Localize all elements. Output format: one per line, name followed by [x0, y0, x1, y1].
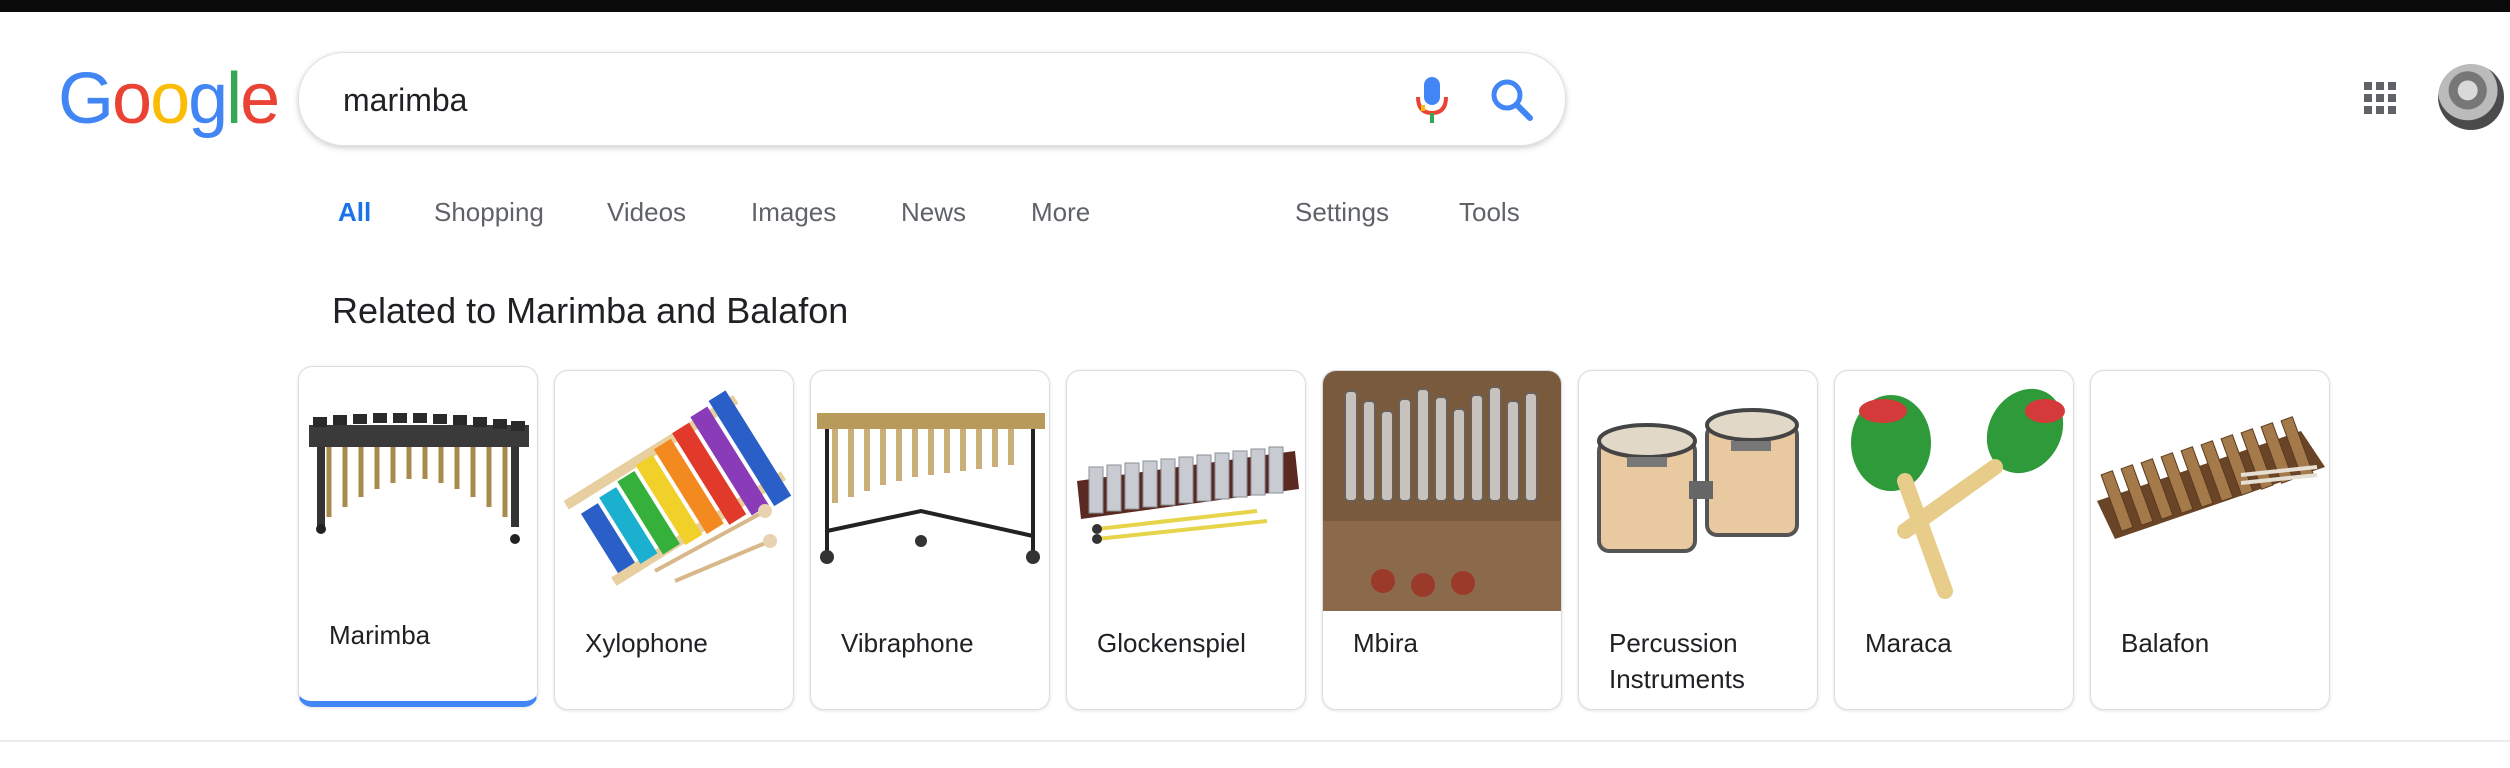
tab-shopping[interactable]: Shopping — [434, 190, 544, 234]
logo-letter: g — [188, 59, 228, 139]
related-card-maraca[interactable]: Maraca — [1834, 370, 2074, 710]
bongos-image — [1597, 408, 1799, 553]
related-card-marimba[interactable]: Marimba — [298, 366, 538, 707]
card-label: Vibraphone — [841, 628, 974, 658]
related-card-percussion-instruments[interactable]: Percussion Instruments — [1578, 370, 1818, 710]
related-card-xylophone[interactable]: Xylophone — [554, 370, 794, 710]
logo-letter: e — [240, 59, 280, 139]
logo-letter: o — [150, 59, 190, 139]
related-title: Related to Marimba and Balafon — [332, 290, 849, 331]
mbira-image — [1323, 371, 1561, 611]
tab-videos[interactable]: Videos — [607, 190, 686, 234]
card-label: Balafon — [2121, 628, 2210, 658]
mic-icon[interactable] — [1409, 75, 1455, 125]
browser-top-edge — [0, 0, 2510, 12]
google-logo[interactable]: Google — [58, 59, 280, 139]
related-card-glockenspiel[interactable]: Glockenspiel — [1066, 370, 1306, 710]
logo-letter: l — [226, 59, 242, 139]
marimba-image — [309, 413, 529, 544]
glockenspiel-image — [1077, 446, 1299, 544]
related-card-vibraphone[interactable]: Vibraphone — [810, 370, 1050, 710]
tab-all[interactable]: All — [338, 190, 371, 234]
balafon-image — [2097, 416, 2325, 539]
search-input[interactable] — [341, 75, 1345, 125]
card-label: Percussion Instruments — [1609, 628, 1745, 694]
related-card-balafon[interactable]: Balafon — [2090, 370, 2330, 710]
maracas-image — [1851, 388, 2065, 599]
card-label: Mbira — [1353, 628, 1419, 658]
tab-news[interactable]: News — [901, 190, 966, 234]
card-label: Glockenspiel — [1097, 628, 1246, 658]
card-label: Maraca — [1865, 628, 1952, 658]
card-label: Marimba — [329, 620, 431, 650]
tab-settings[interactable]: Settings — [1295, 190, 1389, 234]
vibraphone-image — [817, 413, 1045, 564]
search-box[interactable] — [298, 52, 1566, 146]
tab-more[interactable]: More — [1031, 190, 1090, 234]
avatar[interactable] — [2438, 64, 2504, 130]
related-card-mbira[interactable]: Mbira — [1322, 370, 1562, 710]
tab-images[interactable]: Images — [751, 190, 836, 234]
search-tabs: All Shopping Videos Images News More Set… — [0, 190, 2510, 234]
search-icon[interactable] — [1487, 75, 1535, 123]
tab-tools[interactable]: Tools — [1459, 190, 1520, 234]
divider — [0, 740, 2510, 742]
xylophone-image — [563, 390, 792, 586]
logo-letter: G — [58, 59, 114, 139]
apps-grid-icon[interactable] — [2362, 80, 2398, 116]
logo-letter: o — [112, 59, 152, 139]
card-label: Xylophone — [585, 628, 708, 658]
